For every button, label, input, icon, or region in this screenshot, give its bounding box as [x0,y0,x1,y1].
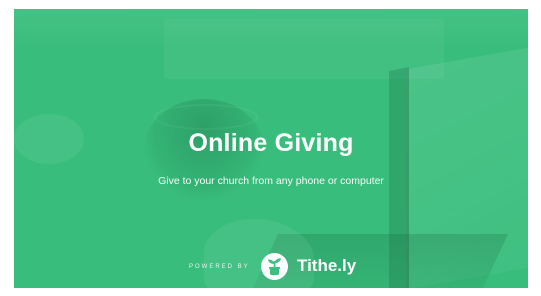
background-mug-rim [154,104,258,130]
background-keyboard [250,234,508,288]
banner-title: Online Giving [188,129,354,157]
background-hand [204,219,314,288]
brand-name: Tithe.ly [297,256,357,275]
background-window [164,19,444,79]
tithely-plant-icon [261,253,288,280]
banner-subtitle: Give to your church from any phone or co… [158,175,384,187]
online-giving-banner[interactable]: Online Giving Give to your church from a… [14,9,528,288]
background-laptop-screen [406,38,528,288]
background-photo-top [14,9,528,49]
powered-by-label: POWERED BY [189,264,250,270]
page-frame: Online Giving Give to your church from a… [0,0,541,296]
